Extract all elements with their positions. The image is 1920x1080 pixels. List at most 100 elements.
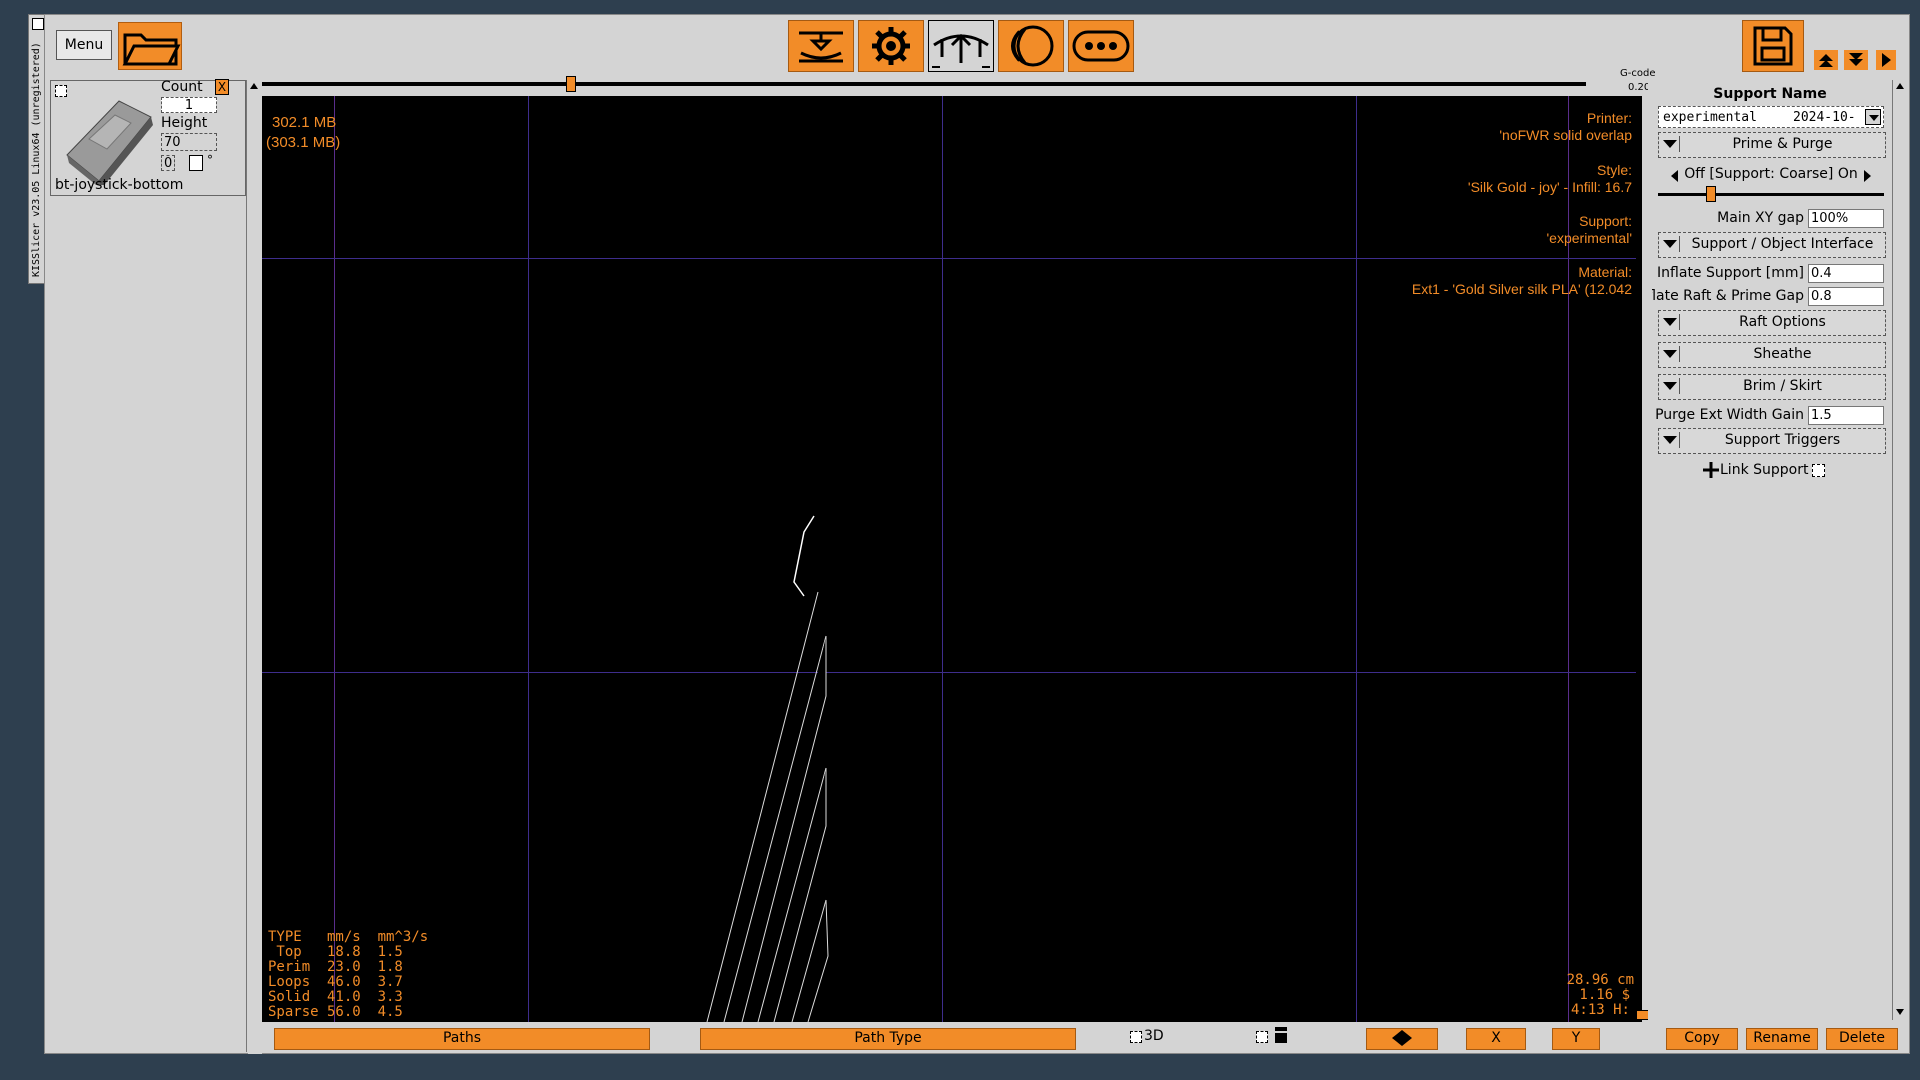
- raft-gap-input[interactable]: [1808, 287, 1884, 306]
- inflate-support-input[interactable]: [1808, 264, 1884, 283]
- save-icon: [1753, 26, 1793, 66]
- remove-object-button[interactable]: X: [215, 79, 229, 95]
- mode-left-icon[interactable]: [1670, 169, 1680, 183]
- expand-icon: [1663, 140, 1677, 148]
- profile-dropdown-button[interactable]: [1865, 109, 1881, 125]
- object-card[interactable]: Count X 1 Height 70 0 ° bt-joystick-bott…: [50, 79, 246, 196]
- save-button[interactable]: [1742, 20, 1804, 72]
- layout-checkbox[interactable]: [1256, 1031, 1268, 1043]
- rotation-input[interactable]: 0: [161, 155, 175, 171]
- left-bottom-scroll[interactable]: [248, 1036, 262, 1054]
- printer-tab[interactable]: [788, 20, 854, 72]
- inflate-support-row: Inflate Support [mm]: [1652, 264, 1888, 284]
- y-view-button[interactable]: Y: [1552, 1028, 1600, 1050]
- right-arrow-icon: [1882, 53, 1891, 67]
- support-mode-slider[interactable]: [1658, 193, 1884, 196]
- scroll-up-icon: [250, 83, 258, 89]
- move-down-button[interactable]: [1844, 50, 1868, 70]
- delete-button[interactable]: Delete: [1826, 1028, 1898, 1050]
- style-tab[interactable]: [858, 20, 924, 72]
- link-support-checkbox[interactable]: [1812, 463, 1826, 477]
- object-name: bt-joystick-bottom: [55, 177, 184, 193]
- count-stepper[interactable]: 1: [161, 97, 217, 113]
- right-scrollbar[interactable]: [1892, 80, 1906, 1020]
- height-label: Height: [161, 115, 208, 131]
- plus-icon: [1703, 462, 1719, 478]
- object-thumbnail: [66, 100, 153, 185]
- main-xy-gap-label: Main XY gap: [1717, 210, 1804, 226]
- degree-symbol: °: [207, 153, 213, 167]
- layer-slider-handle[interactable]: [566, 76, 576, 92]
- paths-button[interactable]: Paths: [274, 1028, 650, 1050]
- printer-icon: [799, 31, 843, 63]
- copy-button[interactable]: Copy: [1666, 1028, 1738, 1050]
- object-list-pane: [48, 80, 248, 1052]
- raft-gap-label: nflate Raft & Prime Gap: [1652, 288, 1804, 304]
- section-label: Support Triggers: [1679, 432, 1885, 448]
- open-file-button[interactable]: [118, 22, 182, 70]
- printer-label: Printer:: [1586, 110, 1632, 126]
- rename-button[interactable]: Rename: [1746, 1028, 1818, 1050]
- material-tab[interactable]: [998, 20, 1064, 72]
- support-mode-handle[interactable]: [1705, 186, 1716, 202]
- section-label: Support / Object Interface: [1679, 236, 1885, 252]
- preview-viewport[interactable]: 302.1 MB (303.1 MB) Printer: 'noFWR soli…: [262, 96, 1636, 1022]
- support-tab[interactable]: [928, 20, 994, 72]
- material-label: Material:: [1578, 264, 1632, 280]
- memory-usage-peak: (303.1 MB): [266, 134, 341, 151]
- support-triggers-section[interactable]: Support Triggers: [1658, 428, 1886, 454]
- 3d-checkbox[interactable]: [1130, 1031, 1142, 1043]
- support-icon: [932, 33, 990, 68]
- section-label: Raft Options: [1679, 314, 1885, 330]
- layout-icon: [1275, 1027, 1287, 1043]
- purge-ext-label: Purge Ext Width Gain: [1655, 407, 1804, 423]
- next-button[interactable]: [1876, 50, 1896, 70]
- main-xy-gap-input[interactable]: [1808, 209, 1884, 228]
- path-type-button[interactable]: Path Type: [700, 1028, 1076, 1050]
- layer-slider-track[interactable]: [262, 82, 1586, 86]
- viewport-scroll-edge: [1636, 96, 1642, 1022]
- scroll-down-icon: [1896, 1009, 1904, 1015]
- more-tab[interactable]: [1068, 20, 1134, 72]
- support-value: 'experimental': [1546, 230, 1633, 246]
- support-profile-select[interactable]: experimental 2024-10-: [1658, 106, 1884, 128]
- filament-length: 28.96 cm: [1566, 972, 1634, 988]
- section-label: Brim / Skirt: [1679, 378, 1885, 394]
- stats-row: Sparse 56.0 4.5: [268, 1004, 403, 1020]
- support-label: Support:: [1579, 213, 1632, 229]
- memory-usage: 302.1 MB: [272, 114, 337, 131]
- raft-options-section[interactable]: Raft Options: [1658, 310, 1886, 336]
- menu-button[interactable]: Menu: [56, 30, 112, 60]
- support-name-title: Support Name: [1713, 86, 1827, 102]
- height-input[interactable]: 70: [161, 133, 217, 151]
- stats-header: TYPE mm/s mm^3/s: [268, 929, 429, 945]
- cost-estimate: 1.16 $: [1579, 987, 1630, 1003]
- view-mode-button[interactable]: [1366, 1028, 1438, 1050]
- link-support-control[interactable]: Link Support: [1702, 460, 1826, 480]
- mode-right-icon[interactable]: [1862, 169, 1872, 183]
- time-estimate: 4:13 H:: [1570, 1002, 1630, 1018]
- material-value: Ext1 - 'Gold Silver silk PLA' (12.042: [1411, 281, 1632, 297]
- 3d-label: 3D: [1144, 1028, 1164, 1044]
- diamond-icon: [1392, 1030, 1412, 1046]
- support-mode-label: Off [Support: Coarse] On: [1684, 166, 1858, 182]
- count-label: Count: [161, 79, 203, 95]
- stats-row: Solid 41.0 3.3: [268, 989, 403, 1005]
- purge-ext-row: Purge Ext Width Gain: [1652, 406, 1888, 426]
- support-settings-panel: Support Name experimental 2024-10- Prime…: [1648, 80, 1892, 1052]
- rotation-stepper[interactable]: [189, 155, 203, 171]
- move-up-button[interactable]: [1814, 50, 1838, 70]
- brim-skirt-section[interactable]: Brim / Skirt: [1658, 374, 1886, 400]
- left-scrollbar[interactable]: [246, 80, 260, 1052]
- stats-row: Loops 46.0 3.7: [268, 974, 403, 990]
- x-view-button[interactable]: X: [1466, 1028, 1526, 1050]
- prime-purge-section[interactable]: Prime & Purge: [1658, 132, 1886, 158]
- style-label: Style:: [1596, 162, 1632, 178]
- support-profile-name: experimental: [1663, 110, 1757, 125]
- purge-ext-input[interactable]: [1808, 406, 1884, 425]
- app-version-label: KISSlicer v23.05 Linux64 (unregistered): [31, 42, 42, 277]
- expand-icon: [1663, 318, 1677, 326]
- support-interface-section[interactable]: Support / Object Interface: [1658, 232, 1886, 258]
- sheathe-section[interactable]: Sheathe: [1658, 342, 1886, 368]
- double-down-icon: [1849, 53, 1863, 66]
